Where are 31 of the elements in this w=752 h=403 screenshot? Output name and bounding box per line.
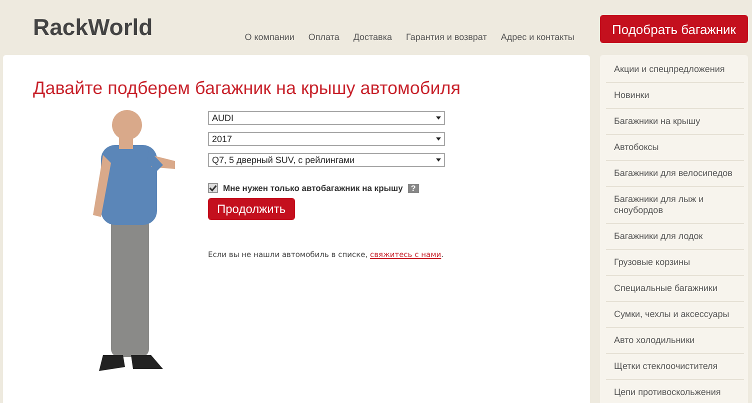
sidebar-item[interactable]: Грузовые корзины <box>606 250 744 276</box>
nav-link[interactable]: Оплата <box>308 32 340 42</box>
page-title: Давайте подберем багажник на крышу автомобиля <box>33 77 462 99</box>
checkbox-label: Мне нужен только автобагажник на крышу <box>223 183 403 193</box>
sidebar-item[interactable]: Багажники для лодок <box>606 224 744 250</box>
nav-link[interactable]: Гарантия и возврат <box>406 32 487 42</box>
checkbox[interactable] <box>208 183 218 193</box>
continue-button[interactable]: Продолжить <box>208 198 295 220</box>
sidebar-item[interactable]: Специальные багажники <box>606 276 744 302</box>
sidebar-item[interactable]: Сумки, чехлы и аксессуары <box>606 302 744 328</box>
dropdown[interactable]: 2017 <box>208 132 445 146</box>
sidebar-item[interactable]: Новинки <box>606 83 744 109</box>
sidebar-item[interactable]: Багажники на крышу <box>606 109 744 135</box>
nav-link[interactable]: Адрес и контакты <box>500 32 574 42</box>
sidebar-item[interactable]: Автобоксы <box>606 135 744 161</box>
nav-link[interactable]: Доставка <box>353 32 392 42</box>
pick-rack-button[interactable]: Подобрать багажник <box>600 15 748 43</box>
dropdown[interactable]: Q7, 5 дверный SUV, с рейлингами <box>208 153 445 167</box>
sidebar-item[interactable]: Цепи противоскольжения <box>606 380 744 403</box>
sidebar-item[interactable]: Авто холодильники <box>606 328 744 354</box>
site-logo[interactable]: RackWorld <box>33 14 153 45</box>
sidebar-item[interactable]: Щетки стеклоочистителя <box>606 354 744 380</box>
caret-icon <box>436 137 441 141</box>
sidebar-item[interactable]: Багажники для лыж и сноубордов <box>606 187 744 224</box>
caret-icon <box>436 116 441 120</box>
nav-link[interactable]: О компании <box>244 32 294 42</box>
caret-icon <box>436 158 441 162</box>
dropdown[interactable]: AUDI <box>208 111 445 125</box>
sidebar-item[interactable]: Акции и спецпредложения <box>606 57 744 83</box>
help-badge[interactable]: ? <box>408 184 419 192</box>
sidebar-item[interactable]: Багажники для велосипедов <box>606 161 744 187</box>
